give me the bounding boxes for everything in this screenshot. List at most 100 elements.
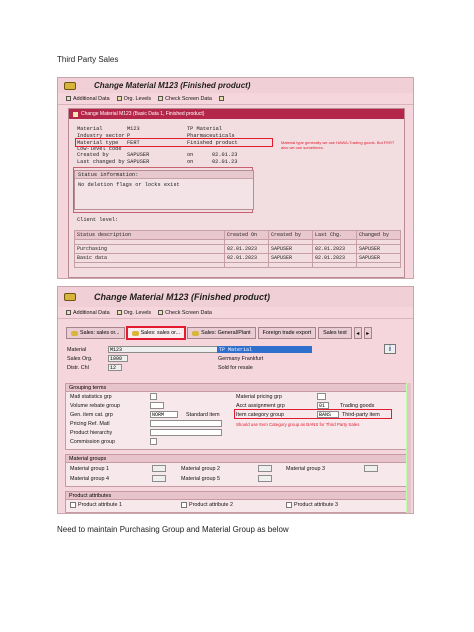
popup-title: Change Material M123 (Basic Data 1, Fini… <box>81 111 205 117</box>
volume-rebate-group-field[interactable] <box>150 402 164 409</box>
org-levels-button[interactable]: Org. Levels <box>116 96 151 102</box>
material-pricing-grp-label: Material pricing grp <box>236 394 282 400</box>
material-pricing-grp-field[interactable] <box>317 393 326 400</box>
status-text: No deletion flags or locks exist <box>78 182 180 188</box>
tab-scroll-right-icon[interactable]: ▸ <box>363 327 372 339</box>
additional-data-button[interactable]: Additional Data <box>66 310 110 316</box>
tab-sales-org-1[interactable]: Sales: sales or... <box>66 327 125 339</box>
info-icon[interactable]: i <box>384 344 396 354</box>
sales-org-description: Germany Frankfurt <box>218 356 264 362</box>
sales-org-label: Sales Org. <box>67 356 93 362</box>
commission-group-label: Commission group <box>70 439 115 445</box>
matl-statistics-grp-field[interactable] <box>150 393 157 400</box>
material-label: Material <box>67 347 87 353</box>
product-attribute-2-label: Product attribute 2 <box>189 502 234 508</box>
basic-data-popup: Change Material M123 (Basic Data 1, Fini… <box>68 108 405 278</box>
check-icon <box>158 96 164 101</box>
check-icon <box>158 310 164 315</box>
tab-foreign-trade-export[interactable]: Foreign trade export <box>257 327 317 339</box>
tab-sales-general-plant[interactable]: Sales: General/Plant <box>187 327 256 339</box>
additional-data-icon <box>66 96 71 101</box>
table-row[interactable]: Basic data 02.01.2023 SAPUSER 02.01.2023… <box>74 253 401 263</box>
sap-menu-icon[interactable] <box>64 293 76 301</box>
item-category-note: Should use Item Category group as BANS f… <box>236 422 360 427</box>
item-category-group-description: Third-party item <box>342 412 380 418</box>
popup-window-icon <box>73 111 78 117</box>
application-toolbar: Additional Data Org. Levels Check Screen… <box>58 307 413 319</box>
status-table-header: Status description Created On Created by… <box>74 230 401 240</box>
item-category-group-label: Item category group <box>236 412 284 418</box>
product-attribute-2-checkbox[interactable] <box>181 502 187 508</box>
client-level-label: Client level: <box>77 217 119 223</box>
product-attributes-heading: Product attributes <box>66 492 409 500</box>
check-screen-data-button[interactable]: Check Screen Data <box>158 96 212 102</box>
document-caption: Need to maintain Purchasing Group and Ma… <box>57 525 289 534</box>
material-description-field[interactable]: TP Material <box>217 346 312 353</box>
volume-rebate-group-label: Volume rebate group <box>70 403 121 409</box>
material-group-5-field[interactable] <box>258 475 272 482</box>
tab-sales-text[interactable]: Sales text <box>318 327 352 339</box>
document-heading: Third Party Sales <box>57 55 119 64</box>
distribution-channel-description: Sold for resale <box>218 365 253 371</box>
status-table: Status description Created On Created by… <box>74 230 401 268</box>
item-category-group-field[interactable]: BANS <box>317 411 339 418</box>
material-group-4-label: Material group 4 <box>70 476 109 482</box>
gen-item-cat-grp-label: Gen. item cat. grp <box>70 412 113 418</box>
check-screen-data-button[interactable]: Check Screen Data <box>158 310 212 316</box>
material-group-2-label: Material group 2 <box>181 466 220 472</box>
org-levels-icon <box>116 96 122 101</box>
table-row[interactable]: Purchasing 02.01.2023 SAPUSER 02.01.2023… <box>74 244 401 254</box>
commission-group-field[interactable] <box>150 438 157 445</box>
additional-data-icon <box>66 310 71 315</box>
status-information-box: Status information: No deletion flags or… <box>74 170 254 210</box>
gen-item-cat-grp-field[interactable]: NORM <box>150 411 178 418</box>
acct-assignment-grp-field[interactable]: 01 <box>317 402 329 409</box>
screenshot-sales-data: Change Material M123 (Finished product) … <box>57 286 414 514</box>
grouping-terms-heading: Grouping terms <box>66 384 409 392</box>
print-icon[interactable] <box>218 96 224 101</box>
product-attribute-3-label: Product attribute 3 <box>294 502 339 508</box>
table-row <box>74 262 401 268</box>
tab-icon <box>192 330 200 336</box>
screenshot-basic-data: Change Material M123 (Finished product) … <box>57 77 414 279</box>
sales-org-field[interactable]: 1000 <box>108 355 128 362</box>
product-attribute-1-label: Product attribute 1 <box>78 502 123 508</box>
product-attribute-1-checkbox[interactable] <box>70 502 76 508</box>
sap-menu-icon[interactable] <box>64 81 76 90</box>
material-groups-heading: Material groups <box>66 455 409 463</box>
org-levels-icon <box>116 310 122 315</box>
pricing-ref-matl-field[interactable] <box>150 420 222 427</box>
distribution-channel-label: Distr. Chl <box>67 365 89 371</box>
product-hierarchy-label: Product hierarchy <box>70 430 113 436</box>
material-code-field[interactable]: M123 <box>108 346 218 353</box>
window-title: Change Material M123 (Finished product) <box>94 81 251 90</box>
application-toolbar: Additional Data Org. Levels Check Screen… <box>58 93 413 105</box>
material-type-highlight <box>75 138 273 147</box>
tab-strip: Sales: sales or... Sales: sales or... Sa… <box>66 326 372 340</box>
additional-data-button[interactable]: Additional Data <box>66 96 110 102</box>
status-heading: Status information: <box>75 171 253 179</box>
gen-item-cat-grp-description: Standard item <box>186 412 220 418</box>
tab-scroll-left-icon[interactable]: ◂ <box>353 327 362 339</box>
product-attribute-3-checkbox[interactable] <box>286 502 292 508</box>
material-group-2-field[interactable] <box>258 465 272 472</box>
tab-sales-org-2[interactable]: Sales: sales or... <box>125 326 187 340</box>
material-group-3-field[interactable] <box>364 465 378 472</box>
material-group-1-label: Material group 1 <box>70 466 109 472</box>
material-group-3-label: Material group 3 <box>286 466 325 472</box>
org-levels-button[interactable]: Org. Levels <box>116 310 151 316</box>
product-hierarchy-field[interactable] <box>150 429 222 436</box>
material-group-1-field[interactable] <box>152 465 166 472</box>
vertical-scrollbar[interactable] <box>406 383 411 513</box>
matl-statistics-grp-label: Matl statistics grp <box>70 394 112 400</box>
window-title-bar: Change Material M123 (Finished product) <box>58 78 413 93</box>
popup-title-bar: Change Material M123 (Basic Data 1, Fini… <box>69 109 404 119</box>
window-title-bar: Change Material M123 (Finished product) <box>58 287 413 307</box>
material-group-4-field[interactable] <box>152 475 166 482</box>
window-title: Change Material M123 (Finished product) <box>94 292 271 302</box>
material-group-5-label: Material group 5 <box>181 476 220 482</box>
distribution-channel-field[interactable]: 12 <box>108 364 122 371</box>
tab-icon <box>131 330 139 336</box>
material-type-note: Material type generally we use HAWA-Trad… <box>281 140 395 150</box>
pricing-ref-matl-label: Pricing Ref. Matl <box>70 421 110 427</box>
